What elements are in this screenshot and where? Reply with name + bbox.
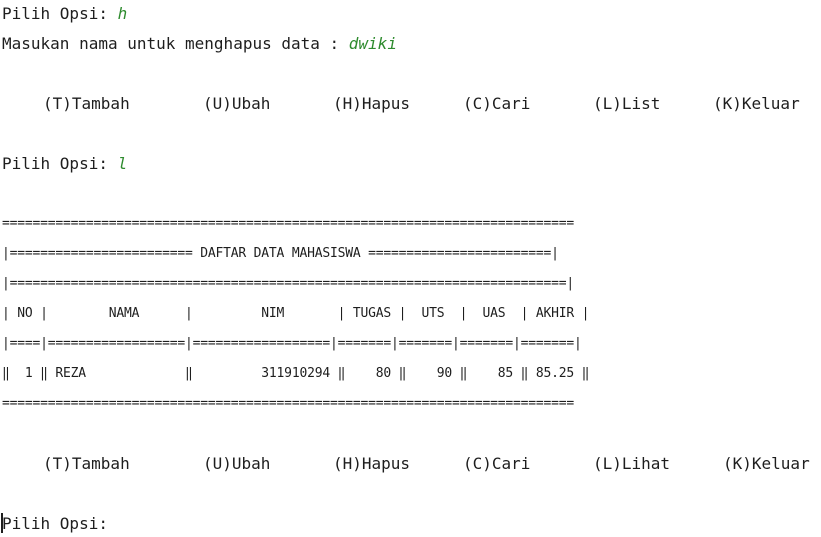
menu-item-ubah: (U)Ubah [203,94,271,113]
menu-item-cari: (C)Cari [463,94,531,113]
menu-item-cari: (C)Cari [463,454,531,473]
user-input: dwiki [348,34,397,53]
menu-item-ubah: (U)Ubah [203,454,271,473]
menu-item-keluar: (K)Keluar [723,454,810,473]
menu-item-keluar: (K)Keluar [713,94,800,113]
prompt-label: Pilih Opsi: [2,4,118,23]
user-input: l [117,154,128,173]
menu-item-lihat: (L)Lihat [593,454,671,473]
menu-options-1: (T)Tambah (U)Ubah (H)Hapus (C)Cari (L)Li… [0,94,821,114]
table-title: |======================== DAFTAR DATA MA… [2,246,559,261]
user-input: h [117,4,128,23]
text-cursor [1,513,3,533]
table-border-top: ========================================… [2,216,574,231]
table-header: | NO | NAMA | NIM | TUGAS | UTS | UAS | … [2,306,590,321]
menu-item-tambah: (T)Tambah [43,454,130,473]
prompt-line-4[interactable]: Pilih Opsi: [2,514,118,534]
prompt-line-2: Masukan nama untuk menghapus data : dwik… [2,34,397,54]
prompt-label: Masukan nama untuk menghapus data : [2,34,349,53]
table-separator-2: |====|==================|===============… [2,336,582,351]
table-row: ‖ 1 ‖ REZA ‖ 311910294 ‖ 80 ‖ 90 ‖ 85 ‖ … [2,366,590,381]
prompt-label: Pilih Opsi: [2,514,118,533]
prompt-label: Pilih Opsi: [2,154,118,173]
menu-item-hapus: (H)Hapus [333,94,411,113]
menu-options-2: (T)Tambah (U)Ubah (H)Hapus (C)Cari (L)Li… [0,454,821,474]
prompt-line-1: Pilih Opsi: h [2,4,127,24]
menu-item-list: (L)List [593,94,661,113]
menu-item-tambah: (T)Tambah [43,94,130,113]
table-border-bottom: ========================================… [2,396,574,411]
menu-item-hapus: (H)Hapus [333,454,411,473]
table-separator: |=======================================… [2,276,574,291]
prompt-line-3: Pilih Opsi: l [2,154,127,174]
